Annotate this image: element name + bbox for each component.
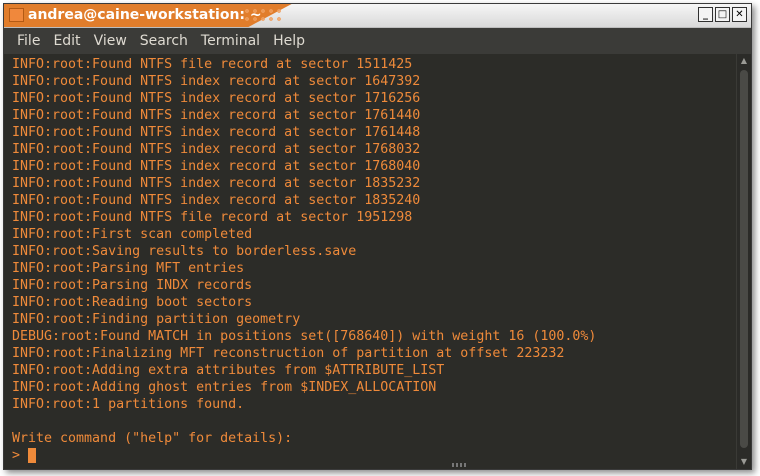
terminal-line: INFO:root:Found NTFS index record at sec… <box>12 176 421 191</box>
terminal-line: INFO:root:Found NTFS index record at sec… <box>12 142 421 157</box>
title-bar[interactable]: andrea@caine-workstation: ~ _ □ ✕ <box>4 4 751 28</box>
terminal-line: INFO:root:Finalizing MFT reconstruction … <box>12 346 565 361</box>
terminal-line: INFO:root:Found NTFS index record at sec… <box>12 91 421 106</box>
menu-bar: File Edit View Search Terminal Help <box>4 28 751 54</box>
menu-search[interactable]: Search <box>140 33 188 49</box>
terminal-lines: INFO:root:Found NTFS file record at sect… <box>4 56 596 464</box>
terminal-line: INFO:root:Saving results to borderless.s… <box>12 244 357 259</box>
menu-help[interactable]: Help <box>273 33 305 49</box>
terminal-line: INFO:root:Found NTFS index record at sec… <box>12 159 421 174</box>
terminal-line: INFO:root:1 partitions found. <box>12 397 245 412</box>
menu-terminal[interactable]: Terminal <box>201 33 260 49</box>
terminal-line: INFO:root:Parsing INDX records <box>12 278 253 293</box>
terminal-line: INFO:root:Found NTFS file record at sect… <box>12 57 413 72</box>
window-controls: _ □ ✕ <box>698 7 747 22</box>
terminal-line: INFO:root:Found NTFS index record at sec… <box>12 108 421 123</box>
scrollbar-thumb[interactable] <box>740 70 748 448</box>
command-prompt[interactable]: > <box>4 447 596 464</box>
terminal-line: INFO:root:Parsing MFT entries <box>12 261 245 276</box>
terminal-line: INFO:root:First scan completed <box>12 227 253 242</box>
menu-view[interactable]: View <box>94 33 127 49</box>
vertical-scrollbar[interactable]: ▲ ▼ <box>736 54 751 469</box>
menu-edit[interactable]: Edit <box>53 33 80 49</box>
terminal-window: andrea@caine-workstation: ~ _ □ ✕ File E… <box>3 3 752 470</box>
terminal-line: INFO:root:Adding extra attributes from $… <box>12 363 445 378</box>
terminal-line: INFO:root:Finding partition geometry <box>12 312 301 327</box>
maximize-icon[interactable]: □ <box>715 7 730 22</box>
text-cursor <box>28 448 37 463</box>
terminal-line: INFO:root:Adding ghost entries from $IND… <box>12 380 437 395</box>
close-icon[interactable]: ✕ <box>732 7 747 22</box>
terminal-line: INFO:root:Found NTFS file record at sect… <box>12 210 413 225</box>
scroll-down-icon[interactable]: ▼ <box>737 455 751 469</box>
terminal-line: INFO:root:Found NTFS index record at sec… <box>12 125 421 140</box>
terminal-line: INFO:root:Reading boot sectors <box>12 295 253 310</box>
terminal-line: INFO:root:Found NTFS index record at sec… <box>12 74 421 89</box>
prompt-symbol: > <box>12 448 21 463</box>
terminal-line: Write command ("help" for details): <box>12 431 293 446</box>
title-decoration <box>244 8 284 24</box>
resize-grip[interactable] <box>452 463 468 467</box>
minimize-icon[interactable]: _ <box>698 7 713 22</box>
scroll-up-icon[interactable]: ▲ <box>737 54 751 68</box>
window-title: andrea@caine-workstation: ~ <box>28 7 262 23</box>
terminal-app-icon <box>9 8 24 22</box>
menu-file[interactable]: File <box>17 33 40 49</box>
terminal-line: DEBUG:root:Found MATCH in positions set(… <box>12 329 597 344</box>
terminal-output[interactable]: INFO:root:Found NTFS file record at sect… <box>4 54 737 469</box>
terminal-line: INFO:root:Found NTFS index record at sec… <box>12 193 421 208</box>
